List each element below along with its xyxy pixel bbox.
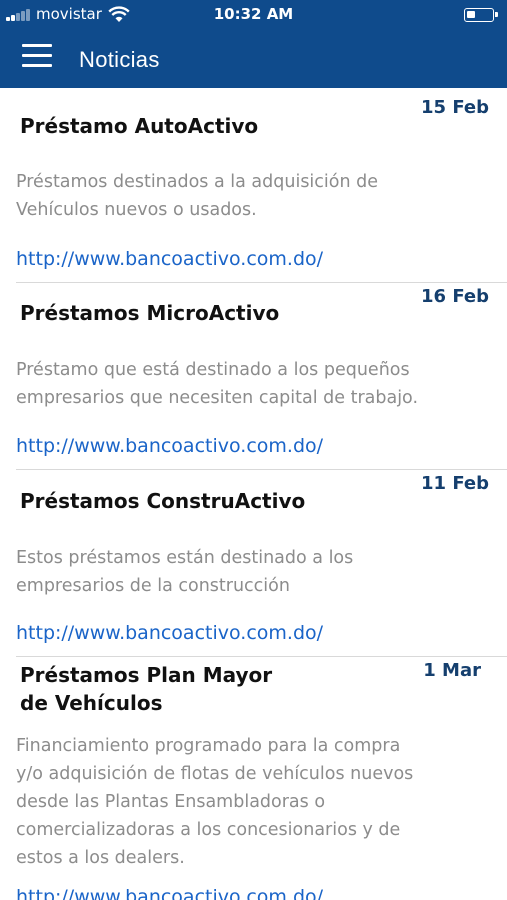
news-item[interactable]: 1 Mar Préstamos Plan Mayor de Vehículos … <box>0 657 507 900</box>
news-link[interactable]: http://www.bancoactivo.com.do/ <box>16 622 323 644</box>
news-item[interactable]: 11 Feb Préstamos ConstruActivo Estos pré… <box>0 470 507 656</box>
news-description: Financiamiento programado para la compra… <box>16 736 414 868</box>
news-date: 1 Mar <box>423 660 481 681</box>
news-description: Préstamo que está destinado a los pequeñ… <box>16 360 419 408</box>
status-time: 10:32 AM <box>213 5 294 23</box>
news-date: 16 Feb <box>421 286 489 307</box>
status-bar: movistar 10:32 AM <box>0 0 507 30</box>
news-date: 15 Feb <box>421 97 489 118</box>
news-description: Préstamos destinados a la adquisición de… <box>16 172 379 220</box>
news-title: Préstamos MicroActivo <box>20 301 280 325</box>
news-date: 11 Feb <box>421 473 489 494</box>
news-item[interactable]: 16 Feb Préstamos MicroActivo Préstamo qu… <box>0 283 507 469</box>
news-link[interactable]: http://www.bancoactivo.com.do/ <box>16 886 323 900</box>
news-item[interactable]: 15 Feb Préstamo AutoActivo Préstamos des… <box>0 88 507 282</box>
app-header: movistar 10:32 AM Noticias <box>0 0 507 88</box>
news-title: Préstamos ConstruActivo <box>20 489 306 513</box>
news-title: Préstamo AutoActivo <box>20 114 259 138</box>
battery-icon <box>464 8 498 22</box>
news-description: Estos préstamos están destinado a los em… <box>16 548 354 596</box>
page-title: Noticias <box>79 47 160 72</box>
news-title: Préstamos Plan Mayor de Vehículos <box>20 663 273 715</box>
menu-button[interactable] <box>22 44 52 68</box>
news-link[interactable]: http://www.bancoactivo.com.do/ <box>16 435 323 457</box>
news-link[interactable]: http://www.bancoactivo.com.do/ <box>16 248 323 270</box>
